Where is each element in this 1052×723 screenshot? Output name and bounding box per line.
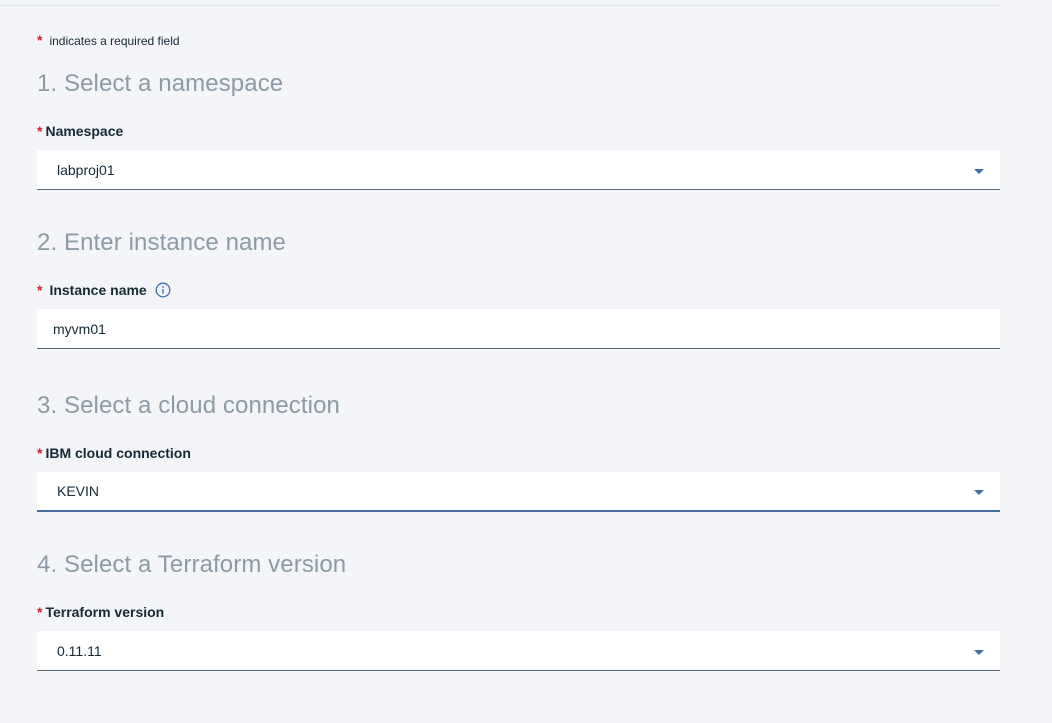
- cloud-connection-dropdown[interactable]: KEVIN: [37, 472, 1000, 512]
- section-title-terraform-version: 4. Select a Terraform version: [37, 551, 347, 578]
- required-star: *: [37, 123, 43, 139]
- namespace-dropdown[interactable]: labproj01: [37, 150, 1000, 190]
- instance-name-value: myvm01: [53, 320, 106, 337]
- info-icon[interactable]: [155, 282, 171, 298]
- cloud-connection-label: * IBM cloud connection: [37, 445, 191, 461]
- instance-name-label-text: Instance name: [49, 282, 147, 298]
- namespace-label-text: Namespace: [45, 123, 124, 139]
- terraform-version-selected-value: 0.11.11: [57, 642, 102, 659]
- required-star: *: [37, 604, 43, 620]
- chevron-down-icon: [974, 649, 984, 655]
- required-field-note: * indicates a required field: [37, 32, 180, 49]
- required-star: *: [37, 282, 43, 298]
- cloud-connection-selected-value: KEVIN: [57, 483, 100, 499]
- cloud-connection-label-text: IBM cloud connection: [45, 445, 191, 461]
- section-title-cloud-connection: 3. Select a cloud connection: [37, 392, 340, 419]
- top-divider: [0, 5, 1000, 6]
- section-title-instance-name: 2. Enter instance name: [37, 229, 287, 256]
- instance-name-label: * Instance name: [37, 282, 171, 298]
- section-title-namespace: 1. Select a namespace: [37, 70, 284, 97]
- terraform-version-dropdown[interactable]: 0.11.11: [37, 631, 1000, 671]
- terraform-version-label: * Terraform version: [37, 604, 164, 620]
- chevron-down-icon: [974, 168, 984, 174]
- required-star: *: [37, 445, 43, 461]
- namespace-label: * Namespace: [37, 123, 123, 139]
- required-star: *: [37, 32, 43, 48]
- required-note-text: indicates a required field: [49, 34, 180, 48]
- terraform-version-label-text: Terraform version: [45, 604, 165, 620]
- chevron-down-icon: [974, 490, 984, 495]
- namespace-selected-value: labproj01: [57, 161, 115, 178]
- instance-name-input[interactable]: myvm01: [37, 309, 1000, 349]
